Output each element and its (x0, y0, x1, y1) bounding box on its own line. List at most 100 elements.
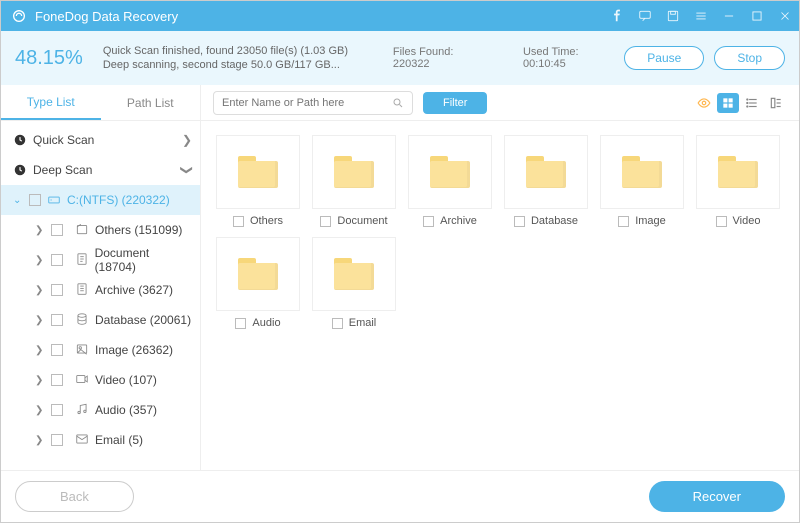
grid-item-label: Video (733, 215, 761, 227)
checkbox[interactable] (51, 254, 63, 266)
grid-item[interactable]: Database (503, 135, 589, 227)
chevron-right-icon: ❯ (35, 225, 47, 236)
tab-type-list[interactable]: Type List (1, 85, 101, 120)
tree-item[interactable]: ❯Email (5) (29, 425, 200, 455)
progress-percent: 48.15% (15, 47, 83, 70)
menu-icon[interactable] (687, 1, 715, 31)
folder-thumbnail (312, 237, 396, 311)
checkbox[interactable] (51, 314, 63, 326)
grid-item-label: Database (531, 215, 578, 227)
grid-item[interactable]: Video (695, 135, 781, 227)
folder-thumbnail (600, 135, 684, 209)
preview-toggle-icon[interactable] (693, 93, 715, 113)
grid-item-label: Image (635, 215, 666, 227)
view-detail-icon[interactable] (765, 93, 787, 113)
clock-icon (13, 163, 27, 177)
facebook-icon[interactable] (603, 1, 631, 31)
search-icon (392, 97, 404, 109)
close-icon[interactable] (771, 1, 799, 31)
chevron-right-icon: ❯ (182, 133, 192, 147)
folder-thumbnail (504, 135, 588, 209)
folder-icon (238, 156, 278, 188)
folder-thumbnail (408, 135, 492, 209)
tree-item[interactable]: ❯Audio (357) (29, 395, 200, 425)
tree-item[interactable]: ❯Video (107) (29, 365, 200, 395)
checkbox[interactable] (233, 216, 244, 227)
grid-item-label: Archive (440, 215, 477, 227)
category-icon (75, 432, 89, 449)
checkbox[interactable] (423, 216, 434, 227)
recover-button[interactable]: Recover (649, 481, 785, 512)
tree-item-label: Database (20061) (95, 313, 191, 327)
grid-item-label: Email (349, 317, 377, 329)
status-line-1: Quick Scan finished, found 23050 file(s)… (103, 45, 393, 57)
tree-item[interactable]: ❯Document (18704) (29, 245, 200, 275)
checkbox[interactable] (51, 224, 63, 236)
filter-button[interactable]: Filter (423, 92, 487, 114)
checkbox[interactable] (51, 374, 63, 386)
tree-quick-scan[interactable]: Quick Scan ❯ (1, 125, 200, 155)
tree-item[interactable]: ❯ Others (151099) (29, 215, 200, 245)
folder-icon (238, 258, 278, 290)
grid-item[interactable]: Document (311, 135, 397, 227)
folder-icon (622, 156, 662, 188)
grid-item-label: Audio (252, 317, 280, 329)
checkbox[interactable] (51, 344, 63, 356)
chevron-down-icon: ❯ (180, 165, 194, 175)
tree-deep-scan-label: Deep Scan (33, 163, 92, 177)
search-input[interactable] (222, 97, 392, 109)
save-icon[interactable] (659, 1, 687, 31)
tree-item[interactable]: ❯Database (20061) (29, 305, 200, 335)
clock-icon (13, 133, 27, 147)
search-box[interactable] (213, 91, 413, 115)
grid-item[interactable]: Email (311, 237, 397, 329)
file-grid: OthersDocument Archive Database Image Video A… (201, 121, 799, 470)
checkbox[interactable] (51, 404, 63, 416)
checkbox[interactable] (618, 216, 629, 227)
folder-icon (430, 156, 470, 188)
used-time-value: 00:10:45 (523, 58, 566, 70)
status-bar: 48.15% Quick Scan finished, found 23050 … (1, 31, 799, 85)
grid-item[interactable]: Audio (215, 237, 301, 329)
tree-drive[interactable]: ⌄ C:(NTFS) (220322) (1, 185, 200, 215)
tree-item[interactable]: ❯Image (26362) (29, 335, 200, 365)
tree-item[interactable]: ❯Archive (3627) (29, 275, 200, 305)
folder-thumbnail (696, 135, 780, 209)
maximize-icon[interactable] (743, 1, 771, 31)
checkbox[interactable] (332, 318, 343, 329)
tree-quick-scan-label: Quick Scan (33, 133, 94, 147)
checkbox[interactable] (716, 216, 727, 227)
checkbox[interactable] (51, 284, 63, 296)
tree-item-label: Others (151099) (95, 223, 182, 237)
grid-item[interactable]: Archive (407, 135, 493, 227)
tree: Quick Scan ❯ Deep Scan ❯ ⌄ C:(NTFS) (220… (1, 121, 200, 470)
grid-item[interactable]: Others (215, 135, 301, 227)
pause-button[interactable]: Pause (624, 46, 704, 70)
chevron-down-icon: ⌄ (13, 195, 25, 206)
stop-button[interactable]: Stop (714, 46, 785, 70)
checkbox[interactable] (320, 216, 331, 227)
view-list-icon[interactable] (741, 93, 763, 113)
files-found-label: Files Found: (393, 46, 454, 58)
checkbox[interactable] (235, 318, 246, 329)
files-found-value: 220322 (393, 58, 430, 70)
folder-icon (334, 156, 374, 188)
status-line-2: Deep scanning, second stage 50.0 GB/117 … (103, 59, 393, 71)
checkbox[interactable] (514, 216, 525, 227)
disk-icon (47, 193, 61, 207)
category-icon (75, 312, 89, 329)
minimize-icon[interactable] (715, 1, 743, 31)
view-grid-icon[interactable] (717, 93, 739, 113)
checkbox[interactable] (51, 434, 63, 446)
grid-item[interactable]: Image (599, 135, 685, 227)
checkbox[interactable] (29, 194, 41, 206)
tree-item-label: Audio (357) (95, 403, 157, 417)
feedback-icon[interactable] (631, 1, 659, 31)
used-time-label: Used Time: (523, 46, 579, 58)
folder-thumbnail (216, 135, 300, 209)
back-button[interactable]: Back (15, 481, 134, 512)
tree-item-label: Image (26362) (95, 343, 173, 357)
tree-deep-scan[interactable]: Deep Scan ❯ (1, 155, 200, 185)
tab-path-list[interactable]: Path List (101, 85, 201, 120)
category-icon (75, 222, 89, 239)
